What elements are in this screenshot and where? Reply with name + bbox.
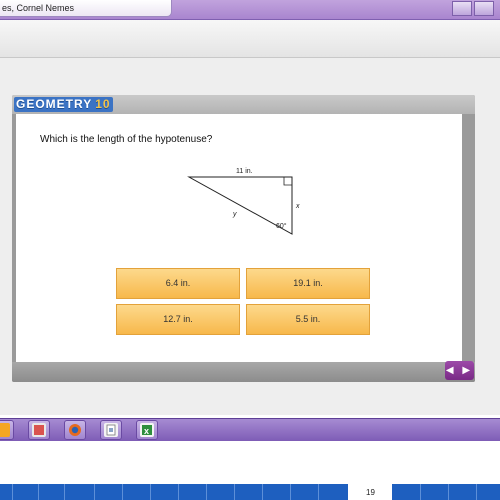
strip-divider xyxy=(12,484,13,500)
firefox-glyph xyxy=(68,423,82,437)
strip-divider xyxy=(122,484,123,500)
strip-divider xyxy=(234,484,235,500)
minimize-button[interactable] xyxy=(452,1,472,16)
document-glyph xyxy=(104,423,118,437)
svg-text:x: x xyxy=(144,426,149,436)
window-titlebar: es, Cornel Nemes xyxy=(0,0,500,20)
strip-divider xyxy=(448,484,449,500)
document-icon[interactable] xyxy=(100,420,122,440)
right-side-label: x xyxy=(296,203,300,210)
maximize-button[interactable] xyxy=(474,1,494,16)
window-title: es, Cornel Nemes xyxy=(0,0,172,17)
strip-divider xyxy=(38,484,39,500)
strip-divider xyxy=(318,484,319,500)
powerpoint-icon[interactable] xyxy=(0,420,14,440)
slide-footer xyxy=(12,362,475,382)
page-number: 19 xyxy=(366,488,375,497)
excel-glyph: x xyxy=(140,423,154,437)
right-angle-marker xyxy=(283,177,292,186)
hypotenuse-label: y xyxy=(233,211,237,218)
pdf-glyph xyxy=(32,423,46,437)
powerpoint-glyph xyxy=(0,423,10,437)
strip-divider xyxy=(420,484,421,500)
logo-text: GEOMETRY xyxy=(16,97,93,111)
slide-nav-button[interactable]: ◀ ▶ xyxy=(445,361,474,380)
bottom-strip-right xyxy=(392,484,500,500)
top-side-label: 11 in. xyxy=(236,168,253,175)
answer-button-3[interactable]: 12.7 in. xyxy=(116,304,240,335)
strip-divider xyxy=(94,484,95,500)
geometry-logo: GEOMETRY 10 xyxy=(14,97,113,112)
page-area xyxy=(0,441,500,483)
answer-button-2[interactable]: 19.1 in. xyxy=(246,268,370,299)
excel-icon[interactable]: x xyxy=(136,420,158,440)
strip-divider xyxy=(206,484,207,500)
strip-divider xyxy=(150,484,151,500)
toolbar-area xyxy=(0,20,500,58)
strip-divider xyxy=(262,484,263,500)
firefox-icon[interactable] xyxy=(64,420,86,440)
answer-button-1[interactable]: 6.4 in. xyxy=(116,268,240,299)
angle-label: 60° xyxy=(276,223,287,230)
strip-divider xyxy=(290,484,291,500)
answer-button-4[interactable]: 5.5 in. xyxy=(246,304,370,335)
pdf-icon[interactable] xyxy=(28,420,50,440)
logo-version: 10 xyxy=(95,97,111,111)
question-text: Which is the length of the hypotenuse? xyxy=(40,134,213,145)
strip-divider xyxy=(64,484,65,500)
strip-divider xyxy=(178,484,179,500)
strip-divider xyxy=(476,484,477,500)
bottom-strip-left xyxy=(0,484,348,500)
